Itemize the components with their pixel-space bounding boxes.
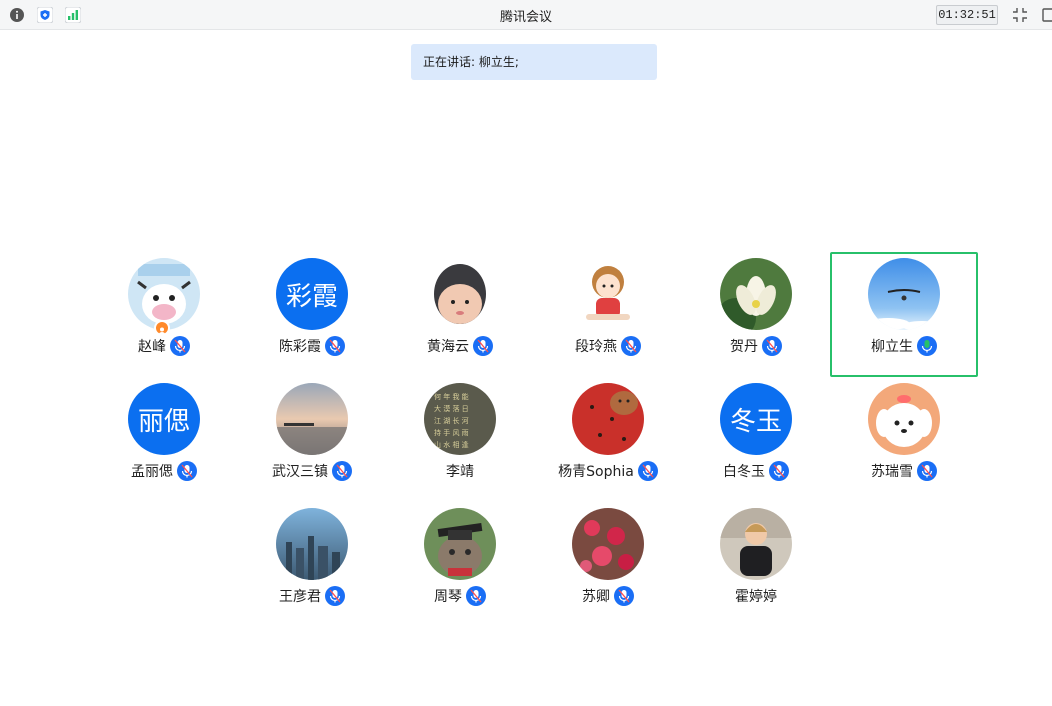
participant-name: 白冬玉 [723, 464, 765, 480]
participant-name-row: 霍婷婷 [682, 586, 830, 606]
participant-name: 杨青Sophia [558, 464, 634, 480]
svg-text:江 湖 长 河: 江 湖 长 河 [434, 416, 469, 425]
participant-name-row: 苏卿 [534, 586, 682, 606]
participant-avatar [424, 258, 496, 330]
participant-avatar [276, 508, 348, 580]
participant-avatar [424, 508, 496, 580]
participant-name-row: 王彦君 [238, 586, 386, 606]
participant-tile[interactable]: 霍婷婷 [682, 502, 830, 622]
participant-name-row: 赵峰 [90, 336, 238, 356]
participant-name-row: 柳立生 [830, 336, 978, 356]
participant-name-row: 陈彩霞 [238, 336, 386, 356]
mic-muted-icon[interactable] [170, 336, 190, 356]
participant-tile[interactable]: 苏卿 [534, 502, 682, 622]
mic-muted-icon[interactable] [917, 461, 937, 481]
participant-name: 段玲燕 [575, 339, 617, 355]
participant-avatar [720, 258, 792, 330]
speaking-banner: 正在讲话: 柳立生; [411, 44, 657, 80]
panel-toggle-icon[interactable] [1042, 6, 1052, 24]
participant-name: 周琴 [434, 589, 462, 605]
participant-avatar [868, 258, 940, 330]
window-title: 腾讯会议 [499, 10, 552, 25]
exit-fullscreen-icon[interactable] [1011, 6, 1029, 24]
mic-muted-icon[interactable] [177, 461, 197, 481]
participant-avatar [720, 508, 792, 580]
participant-avatar: 彩霞 [276, 258, 348, 330]
participant-avatar [276, 383, 348, 455]
participant-name: 苏瑞雪 [871, 464, 913, 480]
participant-tile[interactable]: 彩霞 陈彩霞 [238, 252, 386, 372]
participant-name: 霍婷婷 [735, 589, 777, 605]
participant-tile[interactable]: 柳立生 [830, 252, 978, 372]
participant-avatar: 冬玉 [720, 383, 792, 455]
participant-tile[interactable]: 丽偲 孟丽偲 [90, 377, 238, 497]
mic-muted-icon[interactable] [637, 461, 658, 481]
participant-tile[interactable]: 王彦君 [238, 502, 386, 622]
mic-muted-icon[interactable] [614, 586, 634, 606]
participant-name: 贺丹 [730, 339, 758, 355]
participant-tile[interactable]: 杨青Sophia [534, 377, 682, 497]
participant-name: 李靖 [446, 464, 474, 480]
participant-name: 武汉三镇 [272, 464, 328, 480]
svg-text:何 年 我 能: 何 年 我 能 [434, 392, 469, 401]
participant-avatar [572, 508, 644, 580]
participant-name: 孟丽偲 [131, 464, 173, 480]
participant-name-row: 杨青Sophia [534, 461, 682, 481]
mic-muted-icon[interactable] [325, 336, 345, 356]
mic-muted-icon[interactable] [769, 461, 789, 481]
participant-tile[interactable]: 赵峰 [90, 252, 238, 372]
mic-muted-icon[interactable] [332, 461, 352, 481]
participant-avatar [572, 383, 644, 455]
participant-name: 王彦君 [279, 589, 321, 605]
participant-tile[interactable]: 苏瑞雪 [830, 377, 978, 497]
mic-muted-icon[interactable] [621, 336, 641, 356]
participant-avatar [868, 383, 940, 455]
participant-tile[interactable]: 贺丹 [682, 252, 830, 372]
participant-tile[interactable]: 段玲燕 [534, 252, 682, 372]
participant-name: 赵峰 [138, 339, 166, 355]
participant-tile[interactable]: 武汉三镇 [238, 377, 386, 497]
svg-text:大 漠 落 日: 大 漠 落 日 [434, 404, 469, 413]
participant-name-row: 孟丽偲 [90, 461, 238, 481]
participant-name-row: 白冬玉 [682, 461, 830, 481]
participant-name: 柳立生 [871, 339, 913, 355]
mic-active-icon[interactable] [917, 336, 937, 356]
mic-muted-icon[interactable] [466, 586, 486, 606]
participant-name-row: 武汉三镇 [238, 461, 386, 481]
title-bar: 腾讯会议 01:32:51 [0, 0, 1052, 30]
participant-avatar [128, 258, 200, 330]
participant-name-row: 周琴 [386, 586, 534, 606]
participant-tile[interactable]: 黄海云 [386, 252, 534, 372]
participant-name: 黄海云 [427, 339, 469, 355]
svg-text:持 手 风 雨: 持 手 风 雨 [434, 428, 469, 437]
mic-muted-icon[interactable] [473, 336, 493, 356]
host-badge-icon [154, 320, 170, 336]
participant-name: 陈彩霞 [279, 339, 321, 355]
participant-name-row: 段玲燕 [534, 336, 682, 356]
participant-avatar [572, 258, 644, 330]
svg-text:山 水 相 逢: 山 水 相 逢 [434, 440, 469, 449]
participant-name-row: 李靖 [386, 461, 534, 481]
participant-tile[interactable]: 周琴 [386, 502, 534, 622]
participant-name: 苏卿 [582, 589, 610, 605]
mic-muted-icon[interactable] [762, 336, 782, 356]
participant-tile[interactable]: 何 年 我 能大 漠 落 日江 湖 长 河持 手 风 雨山 水 相 逢李靖 [386, 377, 534, 497]
participant-tile[interactable]: 冬玉 白冬玉 [682, 377, 830, 497]
participant-name-row: 黄海云 [386, 336, 534, 356]
participant-avatar: 何 年 我 能大 漠 落 日江 湖 长 河持 手 风 雨山 水 相 逢 [424, 383, 496, 455]
meeting-timer: 01:32:51 [936, 5, 998, 25]
participant-name-row: 贺丹 [682, 336, 830, 356]
participant-avatar: 丽偲 [128, 383, 200, 455]
mic-muted-icon[interactable] [325, 586, 345, 606]
participant-name-row: 苏瑞雪 [830, 461, 978, 481]
